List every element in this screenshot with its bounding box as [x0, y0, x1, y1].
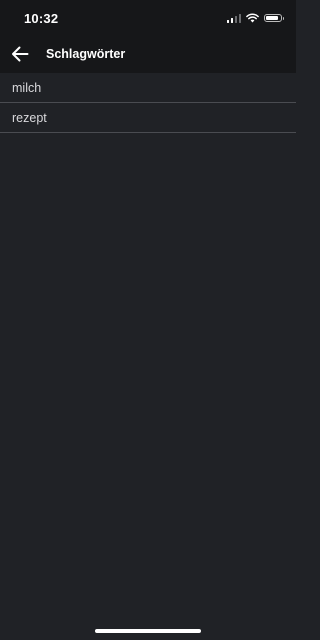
battery-icon [264, 14, 284, 22]
list-item[interactable]: milch [0, 73, 296, 103]
tag-list: milch rezept [0, 73, 296, 133]
status-time: 10:32 [24, 11, 59, 26]
status-bar: 10:32 [0, 0, 296, 36]
app-bar: Schlagwörter [0, 36, 296, 73]
wifi-icon [246, 13, 259, 23]
arrow-left-icon [12, 46, 29, 62]
page-title: Schlagwörter [46, 47, 126, 61]
cellular-signal-icon [226, 13, 241, 23]
home-indicator[interactable] [95, 629, 201, 633]
list-item-label: milch [12, 80, 42, 95]
screen: 10:32 Schlagwörter milch rezept [0, 0, 296, 640]
status-icons [226, 12, 284, 24]
list-item[interactable]: rezept [0, 103, 296, 133]
back-button[interactable] [8, 42, 32, 66]
list-item-label: rezept [12, 110, 47, 125]
